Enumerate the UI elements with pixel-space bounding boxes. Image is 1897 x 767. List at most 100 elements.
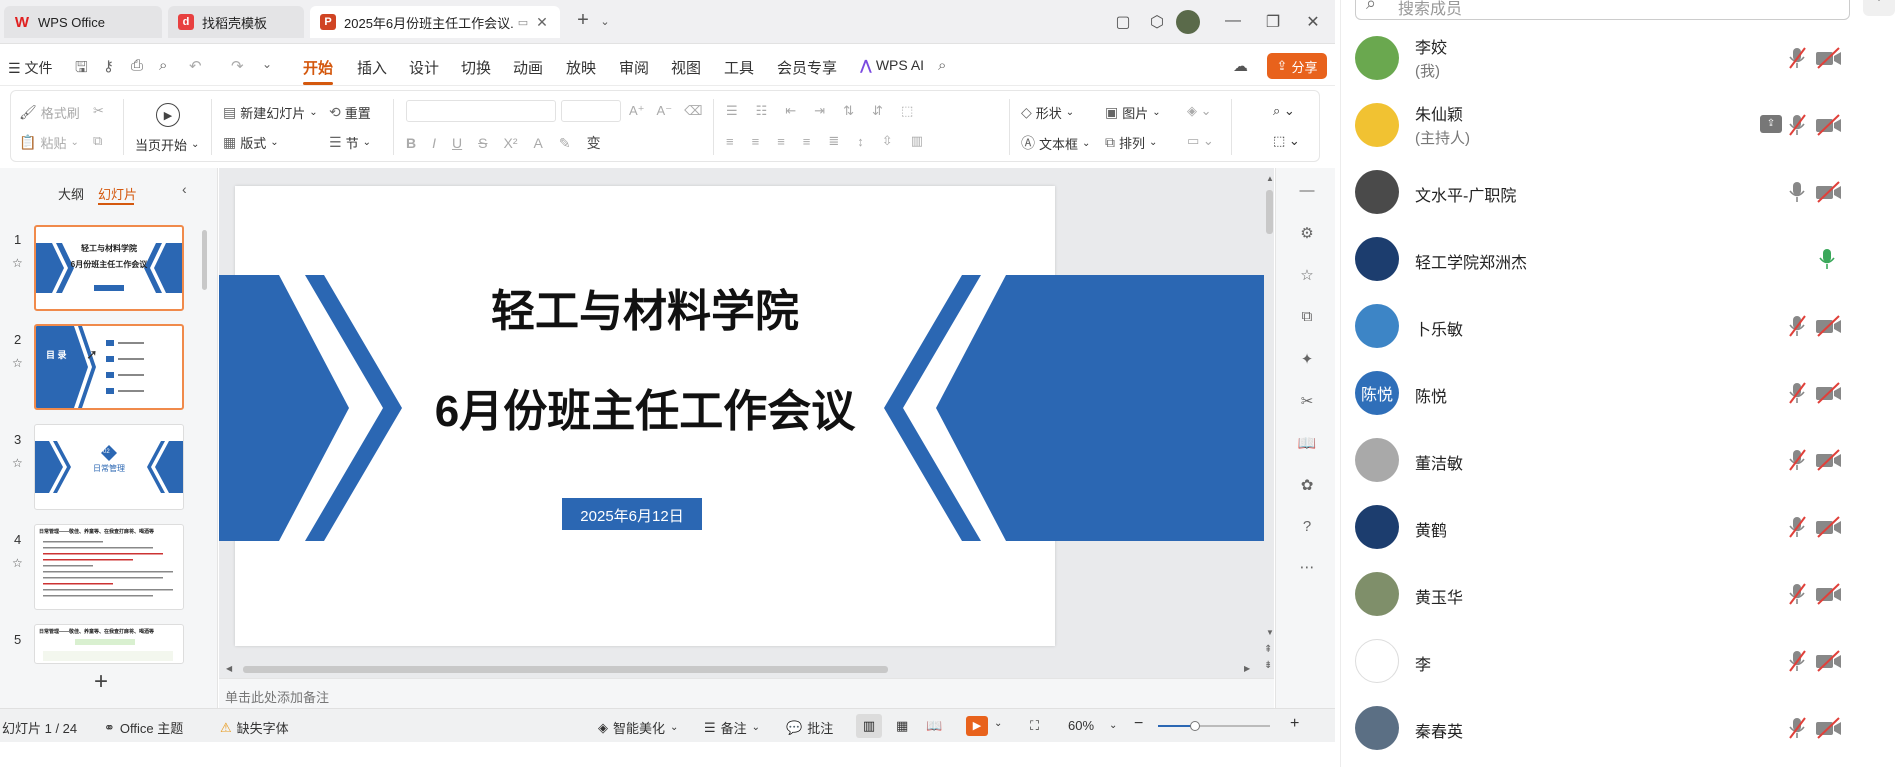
vertical-scrollbar[interactable] (1266, 190, 1273, 234)
camera-off-icon[interactable] (1815, 583, 1843, 605)
paste-button[interactable]: 📋 粘贴 ⌄ (19, 133, 79, 152)
tab-outline[interactable]: 大纲 (58, 184, 84, 203)
add-slide-icon[interactable]: + (94, 668, 108, 696)
horizontal-scrollbar[interactable] (243, 666, 888, 673)
slide-thumbnail-4[interactable]: 日常管理——敬佳、养童等、在我查打麻将、喝酒等 (34, 524, 184, 610)
scroll-up-icon[interactable]: ▲ (1266, 174, 1274, 183)
text-direction-icon[interactable]: ⇅ (843, 103, 854, 119)
format-painter-button[interactable]: 🖌 格式刷 (19, 103, 80, 122)
star-effects-icon[interactable]: ☆ (1296, 266, 1318, 288)
outdent-icon[interactable]: ⇤ (785, 103, 796, 119)
collapse-icon[interactable]: — (1296, 182, 1318, 204)
menu-tools[interactable]: 工具 (724, 57, 754, 78)
mic-muted-icon[interactable] (1787, 716, 1807, 740)
comments-button[interactable]: 💬 批注 (786, 718, 833, 737)
star-icon[interactable]: ☆ (12, 356, 23, 370)
underline-icon[interactable]: U (452, 135, 462, 151)
theme-button[interactable]: ⚭ Office 主题 (104, 718, 183, 737)
scroll-left-icon[interactable]: ◀ (226, 664, 232, 673)
member-row[interactable]: 轻工学院郑洲杰 (1355, 229, 1895, 289)
mic-muted-icon[interactable] (1787, 515, 1807, 539)
smart-beautify-button[interactable]: ◈ 智能美化 ⌄ (598, 718, 678, 737)
paragraph-spacing-icon[interactable]: ⇳ (882, 133, 893, 149)
print-preview-icon[interactable]: ⌕ (159, 57, 167, 74)
sort-icon[interactable]: ⇵ (872, 103, 883, 119)
redo-icon[interactable]: ↷ (231, 57, 244, 75)
tab-slides[interactable]: 幻灯片 (98, 184, 137, 203)
font-size-select[interactable] (561, 100, 621, 122)
camera-off-icon[interactable] (1815, 114, 1843, 136)
bold-icon[interactable]: B (406, 135, 416, 151)
font-color-icon[interactable]: A (533, 135, 542, 151)
tools-icon[interactable]: ✂ (1296, 392, 1318, 414)
indent-icon[interactable]: ⇥ (814, 103, 825, 119)
user-avatar[interactable] (1176, 10, 1200, 34)
camera-off-icon[interactable] (1815, 382, 1843, 404)
reset-button[interactable]: ⟲ 重置 (329, 103, 371, 122)
menu-design[interactable]: 设计 (409, 57, 439, 78)
cloud-upload-icon[interactable]: ☁ (1233, 57, 1248, 75)
star-icon[interactable]: ☆ (12, 256, 23, 270)
mic-muted-icon[interactable] (1787, 649, 1807, 673)
bullet-list-icon[interactable]: ☰ (726, 103, 738, 119)
camera-off-icon[interactable] (1815, 47, 1843, 69)
collapse-panel-icon[interactable]: ‹ (182, 181, 187, 197)
member-search-box[interactable]: ⌕ 搜索成员 (1355, 0, 1850, 20)
menu-review[interactable]: 审阅 (619, 57, 649, 78)
mic-muted-icon[interactable] (1787, 314, 1807, 338)
slide-thumbnail-2[interactable]: 目 录 ➚ (34, 324, 184, 410)
strikethrough-icon[interactable]: S (478, 135, 487, 151)
mic-muted-icon[interactable] (1787, 582, 1807, 606)
copy-icon[interactable]: ⧉ (93, 133, 102, 149)
decrease-font-icon[interactable]: A⁻ (657, 103, 673, 119)
align-center-icon[interactable]: ≡ (752, 134, 760, 149)
slide-subtitle[interactable]: 6月份班主任工作会议 (235, 375, 1055, 439)
close-tab-icon[interactable]: ✕ (536, 14, 548, 31)
zoom-out-icon[interactable]: − (1134, 715, 1143, 733)
italic-icon[interactable]: I (432, 135, 436, 151)
slide-thumbnail-3[interactable]: 02 日常管理 (34, 424, 184, 510)
menu-animation[interactable]: 动画 (513, 57, 543, 78)
help-icon[interactable]: ? (1296, 518, 1318, 540)
line-spacing-icon[interactable]: ↕ (857, 134, 864, 149)
chevron-down-icon[interactable]: ⌄ (594, 15, 616, 28)
new-tab-icon[interactable]: + (572, 9, 594, 32)
highlight-icon[interactable]: ✎ (559, 135, 571, 152)
add-member-button[interactable]: + (1863, 0, 1895, 16)
column-icon[interactable]: ▥ (911, 133, 923, 149)
tab-presentation[interactable]: P 2025年6月份班主任工作会议. ▭ ✕ (310, 6, 560, 38)
member-row[interactable]: 文水平-广职院 (1355, 162, 1895, 222)
cut-icon[interactable]: ✂ (93, 103, 104, 119)
mic-muted-icon[interactable] (1787, 381, 1807, 405)
tab-wps-office[interactable]: W WPS Office (4, 6, 162, 38)
minimize-icon[interactable]: — (1222, 12, 1244, 30)
distribute-icon[interactable]: ≣ (828, 133, 839, 149)
layout-button[interactable]: ▦ 版式 ⌄ (223, 133, 279, 152)
book-icon[interactable]: 📖 (1296, 434, 1318, 456)
zoom-select[interactable]: 60% ⌄ (1068, 718, 1117, 733)
menu-insert[interactable]: 插入 (357, 57, 387, 78)
properties-icon[interactable]: ⚙ (1296, 224, 1318, 246)
section-button[interactable]: ☰ 节 ⌄ (329, 133, 371, 152)
member-row[interactable]: 董洁敏 (1355, 430, 1895, 490)
missing-font-button[interactable]: ⚠ 缺失字体 (220, 718, 289, 737)
member-row[interactable]: 黄玉华 (1355, 564, 1895, 624)
camera-off-icon[interactable] (1815, 516, 1843, 538)
member-row[interactable]: 黄鹤 (1355, 497, 1895, 557)
convert-icon[interactable]: ⬚ (901, 103, 913, 119)
clear-format-icon[interactable]: ⌫ (684, 103, 702, 119)
search-icon[interactable]: ⌕ (938, 57, 946, 74)
undo-icon[interactable]: ↶ (189, 57, 202, 75)
play-slideshow-icon[interactable]: ▶ (966, 716, 988, 736)
next-slide-icon[interactable]: ⇟ (1264, 660, 1272, 671)
mic-speaking-icon[interactable] (1817, 247, 1837, 271)
scroll-right-icon[interactable]: ▶ (1244, 664, 1250, 673)
camera-off-icon[interactable] (1815, 717, 1843, 739)
slide-copy-icon[interactable]: ⧉ (1296, 308, 1318, 330)
mic-muted-icon[interactable] (1787, 113, 1807, 137)
slide-thumbnail-5[interactable]: 日常管理——敬佳、养童等、在我查打麻将、喝酒等 (34, 624, 184, 664)
cube-icon[interactable]: ⬡ (1146, 12, 1168, 32)
member-row[interactable]: 卜乐敏 (1355, 296, 1895, 356)
camera-off-icon[interactable] (1815, 650, 1843, 672)
reading-view-icon[interactable]: 📖 (926, 718, 942, 734)
